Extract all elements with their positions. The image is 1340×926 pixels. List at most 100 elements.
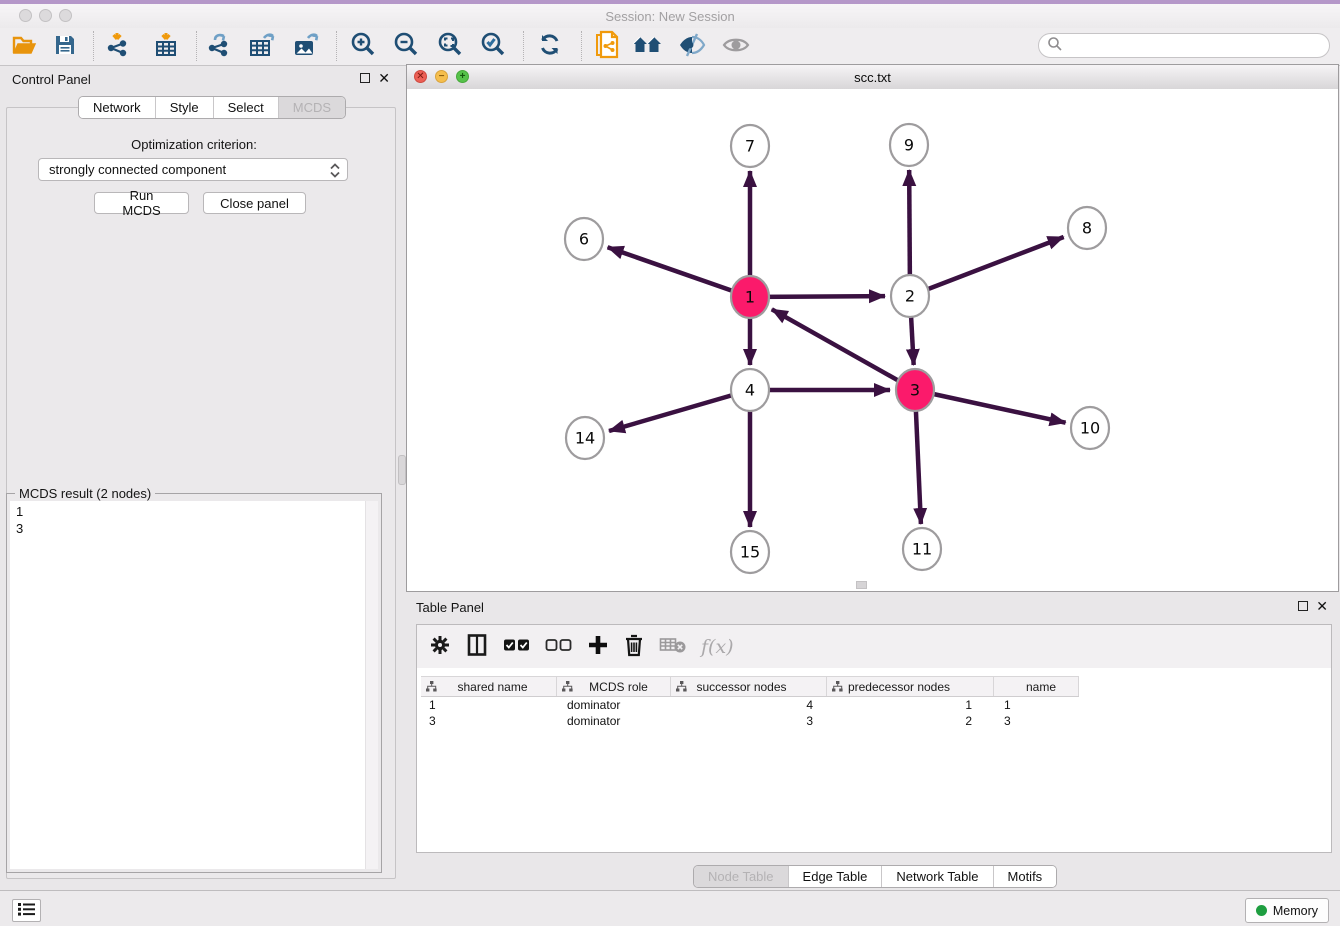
criterion-dropdown[interactable]: strongly connected component xyxy=(38,158,348,181)
export-table-button[interactable] xyxy=(246,31,278,61)
graph-edge-2-8[interactable] xyxy=(910,237,1064,296)
window-title: Session: New Session xyxy=(0,9,1340,24)
export-image-icon xyxy=(291,31,321,62)
graph-node-label: 11 xyxy=(912,540,932,559)
status-bar: Memory xyxy=(0,890,1340,926)
column-header-predecessor-nodes[interactable]: predecessor nodes xyxy=(827,677,994,696)
tab-style[interactable]: Style xyxy=(155,97,213,118)
select-all-columns-button[interactable] xyxy=(503,632,531,662)
checked-boxes-icon xyxy=(503,638,531,655)
toolbar-separator xyxy=(93,31,94,61)
import-network-button[interactable] xyxy=(102,31,134,61)
zoom-out-button[interactable] xyxy=(390,31,422,61)
graph-node-label: 10 xyxy=(1080,419,1100,438)
task-history-button[interactable] xyxy=(12,899,41,922)
run-mcds-button[interactable]: Run MCDS xyxy=(94,192,189,214)
toolbar-separator xyxy=(336,31,337,61)
show-all-networks-button[interactable] xyxy=(632,31,664,61)
table-row[interactable]: 3 dominator 3 2 3 xyxy=(421,713,1079,729)
show-column-selector-button[interactable] xyxy=(465,632,489,662)
table-settings-button[interactable] xyxy=(429,632,451,662)
deselect-all-columns-button[interactable] xyxy=(545,632,573,662)
tab-edge-table[interactable]: Edge Table xyxy=(788,866,882,887)
network-window-titlebar[interactable]: ✕ − + scc.txt xyxy=(407,65,1338,90)
node-table: shared name MCDS role successor nodes pr… xyxy=(421,676,1079,729)
zoom-out-icon xyxy=(392,31,420,62)
sitemap-icon xyxy=(676,681,687,692)
network-view-window: ✕ − + scc.txt 1234678910111415 xyxy=(406,64,1339,592)
graph-node-label: 6 xyxy=(579,230,589,249)
create-column-button[interactable] xyxy=(587,632,609,662)
toolbar-separator xyxy=(581,31,582,61)
gear-icon xyxy=(429,634,451,659)
import-table-button[interactable] xyxy=(150,31,182,61)
mcds-result-text[interactable]: 1 3 xyxy=(10,501,378,869)
graph-node-label: 2 xyxy=(905,287,915,306)
graph-node-label: 8 xyxy=(1082,219,1092,238)
float-panel-icon[interactable] xyxy=(360,73,370,83)
function-builder-button[interactable]: f(x) xyxy=(701,636,734,658)
tab-network[interactable]: Network xyxy=(79,97,155,118)
show-graphics-details-icon xyxy=(677,32,707,61)
zoom-fit-button[interactable] xyxy=(434,31,466,61)
refresh-button[interactable] xyxy=(534,31,566,61)
mcds-result-group: MCDS result (2 nodes) 1 3 xyxy=(6,493,382,873)
graph-node-label: 4 xyxy=(745,381,755,400)
save-session-button[interactable] xyxy=(49,31,81,61)
float-table-panel-icon[interactable] xyxy=(1298,601,1308,611)
canvas-scroll-grip[interactable] xyxy=(856,581,867,589)
control-panel: Control Panel ✕ Network Style Select MCD… xyxy=(0,65,400,885)
zoom-selected-icon xyxy=(479,31,507,62)
table-row[interactable]: 1 dominator 4 1 1 xyxy=(421,697,1079,713)
sitemap-icon xyxy=(426,681,437,692)
column-header-shared-name[interactable]: shared name xyxy=(421,677,557,696)
graph-edge-3-10[interactable] xyxy=(915,390,1066,423)
close-table-panel-icon[interactable]: ✕ xyxy=(1316,601,1328,611)
graph-edge-1-2[interactable] xyxy=(750,296,885,297)
criterion-value: strongly connected component xyxy=(49,162,226,177)
close-panel-button[interactable]: Close panel xyxy=(203,192,306,214)
delete-column-button[interactable] xyxy=(623,632,645,662)
copy-network-button[interactable] xyxy=(592,31,624,61)
delete-table-icon xyxy=(659,636,687,657)
column-header-name[interactable]: name xyxy=(994,677,1079,696)
tab-select[interactable]: Select xyxy=(213,97,278,118)
graph-node-label: 1 xyxy=(745,288,755,307)
mcds-result-group-title: MCDS result (2 nodes) xyxy=(15,486,155,501)
graph-edge-1-6[interactable] xyxy=(608,247,750,297)
main-toolbar xyxy=(0,28,1340,66)
column-header-mcds-role[interactable]: MCDS role xyxy=(557,677,671,696)
delete-table-button[interactable] xyxy=(659,632,687,662)
search-input[interactable] xyxy=(1038,33,1330,58)
close-panel-icon[interactable]: ✕ xyxy=(378,73,390,83)
graph-edge-3-1[interactable] xyxy=(772,309,915,390)
column-header-successor-nodes[interactable]: successor nodes xyxy=(671,677,827,696)
tab-network-table[interactable]: Network Table xyxy=(881,866,992,887)
eye-button[interactable] xyxy=(720,31,752,61)
graph-node-label: 14 xyxy=(575,429,595,448)
open-file-button[interactable] xyxy=(8,31,40,61)
network-canvas[interactable]: 1234678910111415 xyxy=(407,89,1338,591)
import-table-icon xyxy=(152,31,180,62)
zoom-in-button[interactable] xyxy=(347,31,379,61)
export-network-button[interactable] xyxy=(203,31,235,61)
panel-splitter-handle[interactable] xyxy=(398,455,406,485)
mcds-result-scrollbar[interactable] xyxy=(365,501,378,869)
zoom-selected-button[interactable] xyxy=(477,31,509,61)
table-panel-title: Table Panel xyxy=(416,600,484,615)
tab-mcds[interactable]: MCDS xyxy=(278,97,345,118)
graph-node-label: 3 xyxy=(910,381,920,400)
import-network-icon xyxy=(104,31,132,62)
tab-node-table[interactable]: Node Table xyxy=(694,866,788,887)
memory-label: Memory xyxy=(1273,904,1318,918)
graph-edge-4-14[interactable] xyxy=(609,390,750,431)
toolbar-separator xyxy=(523,31,524,61)
memory-button[interactable]: Memory xyxy=(1245,898,1329,923)
export-image-button[interactable] xyxy=(290,31,322,61)
show-graphics-details-button[interactable] xyxy=(676,31,708,61)
eye-icon xyxy=(721,32,751,61)
sitemap-icon xyxy=(562,681,573,692)
zoom-in-icon xyxy=(349,31,377,62)
refresh-icon xyxy=(536,31,564,62)
tab-motifs[interactable]: Motifs xyxy=(993,866,1057,887)
